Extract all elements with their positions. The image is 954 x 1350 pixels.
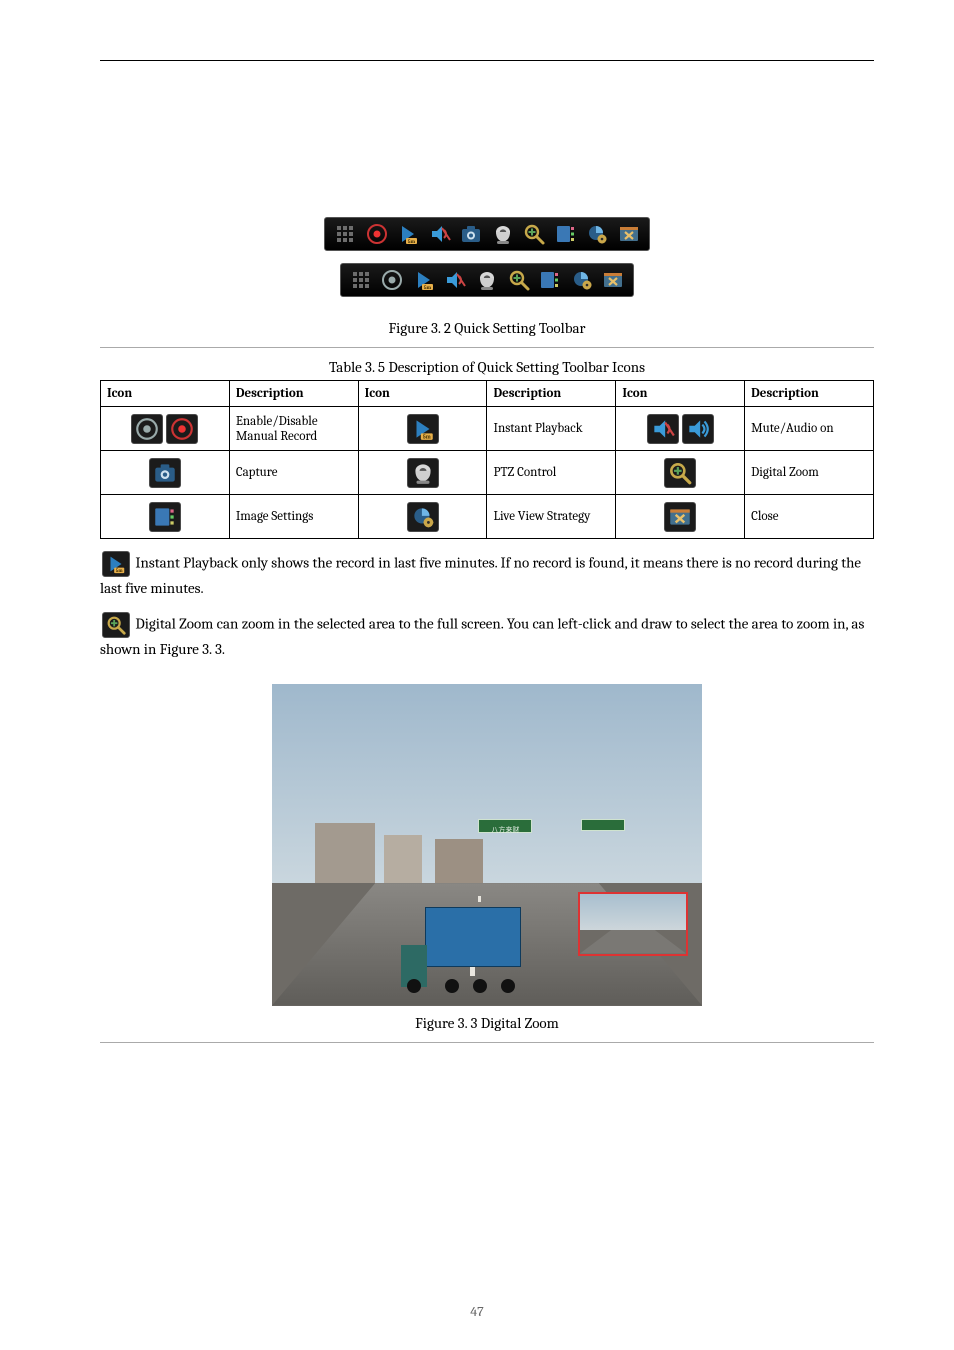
table-row: Enable/Disable Manual Record Instant Pla… xyxy=(101,407,874,451)
ptz-control-icon xyxy=(473,268,501,292)
capture-icon xyxy=(149,458,181,488)
table-header-row: Icon Description Icon Description Icon D… xyxy=(101,381,874,407)
record-off-icon xyxy=(378,268,406,292)
drag-handle-icon xyxy=(347,268,375,292)
desc-cell: Mute/Audio on xyxy=(745,407,874,451)
zoom-selection-rectangle xyxy=(578,892,688,956)
icon-description-table: Icon Description Icon Description Icon D… xyxy=(100,380,874,539)
record-toggle-icon xyxy=(166,414,198,444)
desc-cell: Close xyxy=(745,495,874,539)
desc-cell: Digital Zoom xyxy=(745,451,874,495)
digital-zoom-icon xyxy=(505,268,533,292)
quick-setting-toolbar-9 xyxy=(324,217,650,251)
instant-playback-icon xyxy=(394,222,422,246)
record-toggle-icon xyxy=(131,414,163,444)
desc-cell: PTZ Control xyxy=(487,451,616,495)
desc-cell: Live View Strategy xyxy=(487,495,616,539)
live-strategy-icon xyxy=(583,222,611,246)
digital-zoom-icon xyxy=(520,222,548,246)
record-on-icon xyxy=(363,222,391,246)
th-icon: Icon xyxy=(358,381,487,407)
figure-divider xyxy=(100,347,874,348)
image-settings-icon xyxy=(552,222,580,246)
figure-1-caption: Figure 3. 2 Quick Setting Toolbar xyxy=(100,319,874,337)
ptz-control-icon xyxy=(407,458,439,488)
capture-icon xyxy=(457,222,485,246)
audio-toggle-icon xyxy=(647,414,679,444)
close-icon xyxy=(615,222,643,246)
th-desc: Description xyxy=(745,381,874,407)
table-row: Image Settings Live View Strategy Close xyxy=(101,495,874,539)
audio-off-icon xyxy=(426,222,454,246)
instant-playback-icon xyxy=(410,268,438,292)
live-strategy-icon xyxy=(568,268,596,292)
table-row: Capture PTZ Control Digital Zoom xyxy=(101,451,874,495)
page-number: 47 xyxy=(0,1303,954,1320)
figure-ref: Figure 3. 3 xyxy=(160,640,222,658)
desc-cell: Capture xyxy=(229,451,358,495)
figure-2-caption: Figure 3. 3 Digital Zoom xyxy=(100,1014,874,1032)
paragraph-suffix: . xyxy=(222,640,225,658)
image-settings-icon xyxy=(536,268,564,292)
close-icon xyxy=(664,502,696,532)
header-divider xyxy=(100,60,874,61)
th-icon: Icon xyxy=(101,381,230,407)
th-icon: Icon xyxy=(616,381,745,407)
table-caption: Table 3. 5 Description of Quick Setting … xyxy=(100,358,874,376)
instant-playback-paragraph: Instant Playback only shows the record i… xyxy=(100,551,874,600)
paragraph-text: Instant Playback only shows the record i… xyxy=(100,554,861,598)
desc-cell: Instant Playback xyxy=(487,407,616,451)
ptz-control-icon xyxy=(489,222,517,246)
instant-playback-icon xyxy=(102,551,130,577)
instant-playback-icon xyxy=(407,414,439,444)
th-desc: Description xyxy=(487,381,616,407)
road-sign-text: 八方来财 xyxy=(478,825,532,835)
digital-zoom-screenshot: 八方来财 xyxy=(272,684,702,1006)
quick-setting-toolbar-8 xyxy=(340,263,634,297)
digital-zoom-icon xyxy=(664,458,696,488)
audio-toggle-icon xyxy=(682,414,714,444)
live-strategy-icon xyxy=(407,502,439,532)
audio-off-icon xyxy=(441,268,469,292)
th-desc: Description xyxy=(229,381,358,407)
figure-divider xyxy=(100,1042,874,1043)
desc-cell: Image Settings xyxy=(229,495,358,539)
close-icon xyxy=(599,268,627,292)
digital-zoom-paragraph: Digital Zoom can zoom in the selected ar… xyxy=(100,612,874,661)
drag-handle-icon xyxy=(331,222,359,246)
desc-cell: Enable/Disable Manual Record xyxy=(229,407,358,451)
digital-zoom-icon xyxy=(102,612,130,638)
image-settings-icon xyxy=(149,502,181,532)
